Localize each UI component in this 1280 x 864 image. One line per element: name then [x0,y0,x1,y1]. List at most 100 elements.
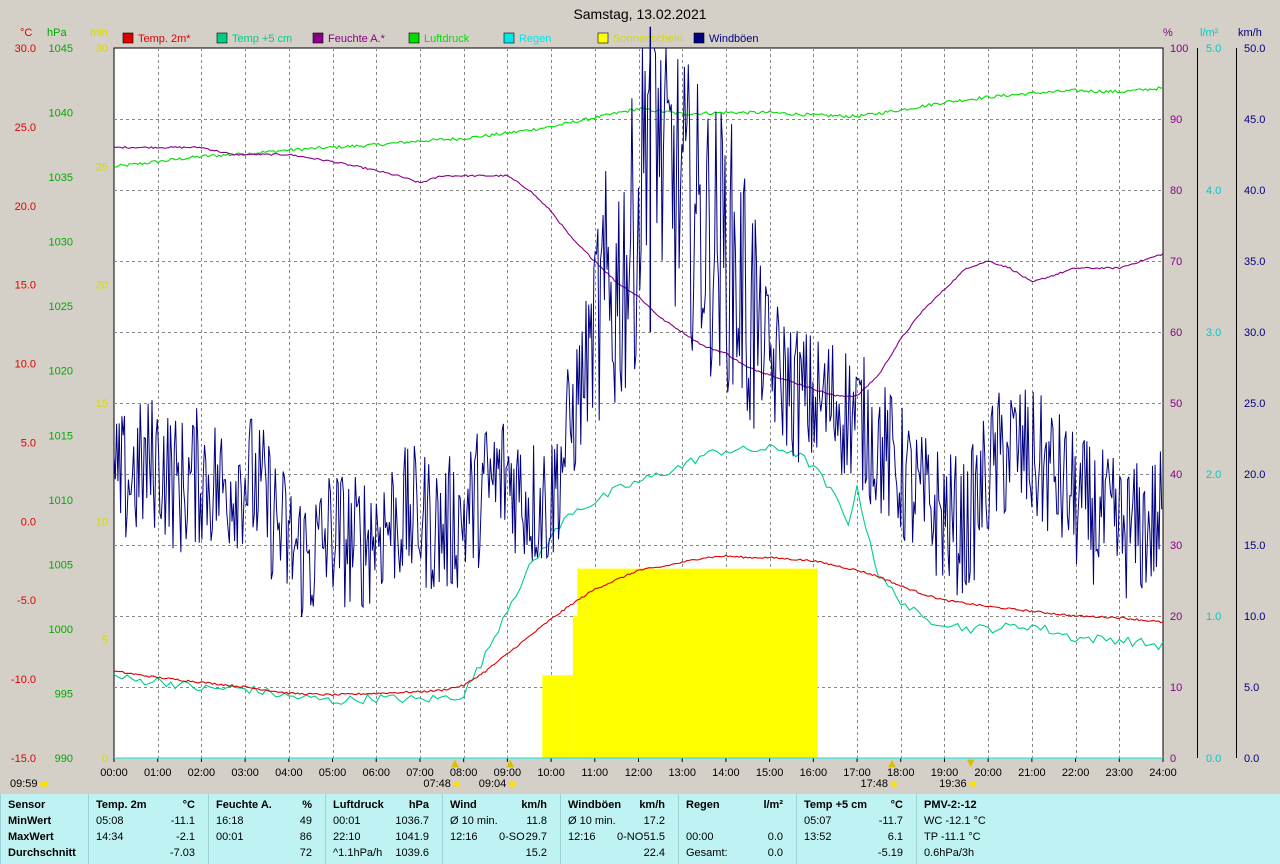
humidity-tick-label: 0 [1170,753,1176,765]
stats-cell-value: 1041.9 [395,831,429,843]
rain-tick-label: 1.0 [1206,611,1221,623]
stats-row-label: MinWert [8,815,52,827]
sunshine-bar [572,616,578,758]
stats-row: PMV-2:-12 [917,797,1031,813]
stats-cell-value: -11.1 [170,815,195,827]
pressure-axis-unit: hPa [47,27,67,39]
stats-row: ^1.1hPa/h 1039.6 [326,845,437,861]
rain-tick-label: 5.0 [1206,43,1221,55]
stats-header-unit: °C [890,799,903,811]
stats-header-label: Feuchte A. [216,799,272,811]
legend-label: Temp +5 cm [232,33,292,45]
moonrise-dot [509,781,516,787]
humidity-tick-label: 20 [1170,611,1182,623]
stats-row: 22:10 1041.9 [326,829,437,845]
stats-row: MaxWert [1,829,83,845]
stats-row: 14:34 -2.1 [89,829,203,845]
stats-header-label: PMV-2:-12 [924,799,977,811]
stats-row: Sensor [1,797,83,813]
x-tick-label: 14:00 [712,767,740,779]
minutes-tick-label: 5 [102,635,108,647]
x-tick-label: 15:00 [756,767,784,779]
pressure-tick-label: 1015 [49,430,73,442]
stats-cell-time: 00:01 [333,815,361,827]
current-time-label: 09:59 [10,778,38,790]
stats-cell-time: Ø 10 min. [568,815,616,827]
x-tick-label: 11:00 [581,767,608,779]
x-tick-label: 12:00 [625,767,653,779]
stats-cell-value: 17.2 [643,815,665,827]
wind-tick-label: 5.0 [1244,682,1259,694]
stats-header-label: Sensor [8,799,46,811]
x-tick-label: 23:00 [1106,767,1134,779]
stats-column: PMV-2:-12 WC -12.1 °C TP -11.1 °C 0.6hPa/3h [916,794,1037,864]
sunrise-dot [453,781,460,787]
stats-cell-value: -7.03 [169,847,195,859]
wind-tick-label: 20.0 [1244,469,1265,481]
legend-swatch [312,32,324,44]
minutes-tick-label: 20 [96,280,108,292]
stats-cell-time: TP -11.1 °C [924,831,981,843]
humidity-tick-label: 30 [1170,540,1182,552]
stats-row: WC -12.1 °C [917,813,1031,829]
stats-row: 0.6hPa/3h [917,845,1031,861]
stats-header-unit: km/h [521,799,547,811]
x-tick-label: 02:00 [188,767,216,779]
moonrise-icon: ▲ [506,758,514,769]
stats-row: Luftdruck hPa [326,797,437,813]
stats-row: Ø 10 min. 11.8 [443,813,555,829]
humidity-tick-label: 80 [1170,185,1182,197]
humidity-tick-label: 10 [1170,682,1182,694]
rain-tick-label: 3.0 [1206,327,1221,339]
stats-header-label: Luftdruck [333,799,384,811]
stats-column: Luftdruck hPa 00:01 1036.7 22:10 1041.9 ^1.1hP… [325,794,443,864]
legend-label: Sonnenschein [613,33,683,45]
stats-cell-time: 12:16 [568,831,596,843]
stats-row: Gesamt: 0.0 [679,845,791,861]
pressure-tick-label: 995 [55,688,73,700]
stats-row: -5.19 [797,845,911,861]
minutes-axis-unit: min [90,27,108,39]
stats-cell-time: 0.6hPa/3h [924,847,975,859]
moonset-time: 19:36 [939,778,967,790]
stats-row: Feuchte A.% [209,797,320,813]
minutes-tick-label: 15 [96,398,108,410]
stats-cell-time: 05:07 [804,815,832,827]
minutes-tick-label: 25 [96,161,108,173]
temp-axis-unit: °C [20,27,32,39]
x-tick-label: 10:00 [537,767,565,779]
moonrise-time: 09:04 [479,778,507,790]
pressure-tick-label: 1010 [49,495,73,507]
stats-row: 05:08 -11.1 [89,813,203,829]
legend-swatch [122,32,134,44]
legend-label: Windböen [709,33,759,45]
stats-row: -7.03 [89,845,203,861]
wind-tick-label: 35.0 [1244,256,1265,268]
stats-cell-value: 22.4 [643,847,665,859]
x-tick-label: 24:00 [1149,767,1177,779]
stats-column: Sensor MinWert MaxWert Durchschnitt [0,794,89,864]
stats-cell-time: 13:52 [804,831,832,843]
rain-tick-label: 2.0 [1206,469,1221,481]
stats-column: Temp +5 cm °C 05:07 -11.7 13:52 6.1 -5.19 [796,794,917,864]
pressure-tick-label: 1020 [49,366,73,378]
wind-tick-label: 50.0 [1244,43,1265,55]
chart-area: Samstag, 13.02.2021 Temp. 2m* Temp +5 cm Fe… [0,0,1280,790]
stats-cell-direction: 0-SO [499,831,525,843]
rain-tick-label: 0.0 [1206,753,1221,765]
stats-column: Windböen km/h Ø 10 min. 17.2 12:16 0-NO 51.5 22… [560,794,679,864]
minutes-tick-label: 10 [96,516,108,528]
stats-header-unit: % [302,799,312,811]
legend-swatch [503,32,515,44]
stats-column: Wind km/h Ø 10 min. 11.8 12:16 0-SO 29.7 15.2 [442,794,561,864]
stats-cell-value: 51.5 [643,831,665,843]
stats-cell-value: 49 [299,815,312,827]
stats-row: Wind km/h [443,797,555,813]
temp-tick-label: -5.0 [17,595,36,607]
x-tick-label: 21:00 [1018,767,1046,779]
stats-cell-value: 1039.6 [395,847,429,859]
stats-row-label: Durchschnitt [8,847,76,859]
stats-row-label: MaxWert [8,831,54,843]
pressure-tick-label: 1035 [49,172,73,184]
temp-tick-label: -15.0 [11,753,36,765]
